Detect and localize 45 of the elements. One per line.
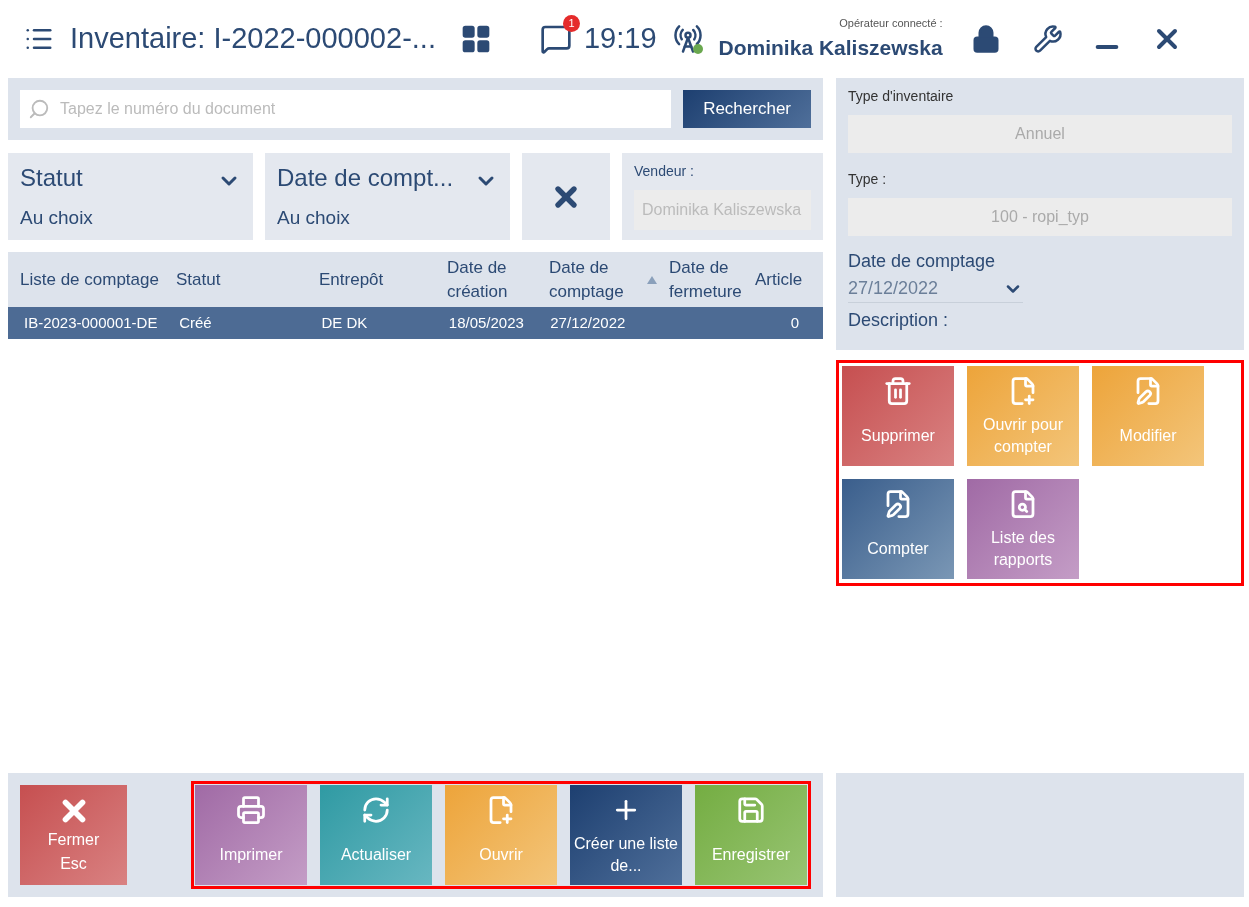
table-cell: Créé [179,313,212,331]
close-button[interactable]: Fermer Esc [20,785,127,885]
notification-badge: 1 [562,15,580,32]
table-cell: DE DK [321,313,368,331]
search-icon [28,98,50,120]
column-header[interactable]: Date de fermeture [669,255,755,304]
table-cell: 27/12/2022 [550,313,626,331]
clock-time: 19:19 [583,21,657,57]
search-field[interactable]: Tapez le numéro du document [20,90,672,128]
table-row[interactable]: IB-2023-000001-DE Créé DE DK 18/05/2023 27/12/2022 0 [8,307,823,339]
seller-label: Vendeur : [634,162,695,181]
operator-name: Dominika Kaliszewska [718,34,943,61]
antenna-icon [672,24,703,54]
field-label: Date de comptage [848,250,997,273]
operator-label: Opérateur connecté : [839,16,943,31]
action-button[interactable]: Liste des rapports [967,479,1079,579]
refresh-icon [361,795,391,825]
column-header[interactable]: Statut [176,267,319,292]
action-button[interactable]: Supprimer [842,366,954,466]
trash-icon [883,376,913,406]
sort-ascending-icon [647,275,657,284]
column-header[interactable]: Entrepôt [319,267,447,292]
column-header[interactable]: Date de comptage [549,255,669,304]
column-header[interactable]: Date de création [447,255,549,304]
clear-filters-button[interactable] [522,153,610,240]
inventory-type-field: Annuel [848,115,1232,153]
date-field[interactable]: 27/12/2022 [848,275,1023,303]
action-button[interactable]: Imprimer [195,785,307,885]
table-cell: 18/05/2023 [448,313,524,331]
table-cell: IB-2023-000001-DE [24,313,158,331]
printer-icon [236,795,266,825]
column-header[interactable]: Liste de comptage [20,267,176,292]
filter-dropdown[interactable]: Date de compt... Au choix [265,153,510,240]
field-label: Description : [848,309,950,332]
field-label: Type : [848,170,888,189]
column-header[interactable]: Article [755,267,823,292]
window-title: Inventaire: I-2022-000002-... [70,21,436,57]
type-field: 100 - ropi_typ [848,198,1232,236]
action-button[interactable]: Créer une liste de... [570,785,682,885]
tools-icon[interactable] [1032,24,1063,54]
filter-dropdown[interactable]: Statut Au choix [8,153,253,240]
table-cell: 0 [790,313,799,331]
search-button[interactable]: Rechercher [683,90,811,128]
field-label: Type d'inventaire [848,87,955,106]
action-button[interactable]: Compter [842,479,954,579]
